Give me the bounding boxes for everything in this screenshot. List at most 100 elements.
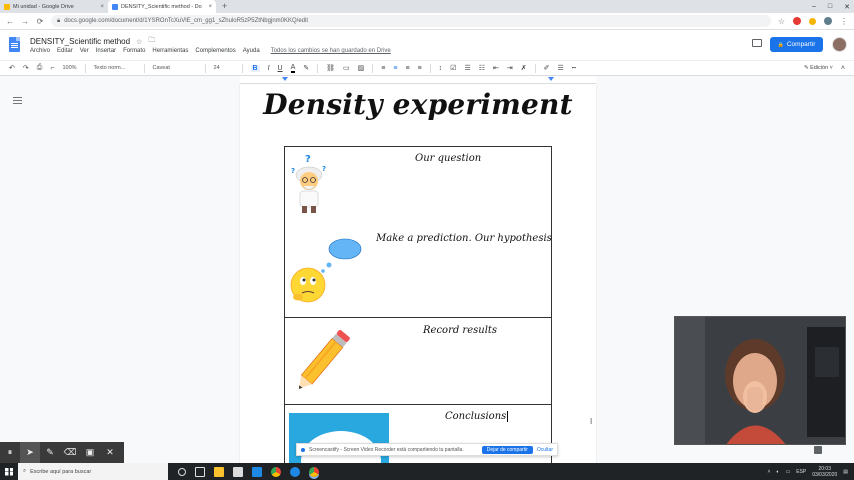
indent-increase-icon[interactable]: ⇥ — [507, 64, 513, 72]
store-icon[interactable] — [233, 466, 243, 477]
pencil-image[interactable] — [289, 323, 359, 395]
chrome-active-icon[interactable] — [309, 466, 319, 477]
edge-icon[interactable] — [290, 466, 300, 477]
table-cell-question[interactable]: Our question — [415, 153, 481, 164]
image-icon[interactable]: ▨ — [358, 64, 365, 72]
collapse-menu-icon[interactable]: ˄ — [841, 65, 845, 72]
cortana-icon[interactable] — [178, 467, 186, 476]
editing-mode-select[interactable]: ✎ Edición ˅ — [804, 65, 833, 71]
zoom-select[interactable]: 100% — [62, 65, 76, 71]
screencastify-icon[interactable] — [793, 17, 801, 25]
taskbar-search-input[interactable]: ⌕ Escribe aquí para buscar — [18, 463, 168, 480]
document-outline-icon[interactable] — [13, 97, 22, 104]
profile-icon[interactable] — [824, 17, 832, 25]
cursor-icon[interactable]: ➤ — [20, 442, 40, 463]
border-width-icon[interactable]: ☰ — [558, 64, 564, 72]
menu-insertar[interactable]: Insertar — [96, 48, 116, 54]
menu-formato[interactable]: Formato — [123, 48, 145, 54]
document-table[interactable]: Our question Make a prediction. Our hypo… — [284, 146, 552, 466]
border-dash-icon[interactable]: ┅ — [572, 64, 576, 72]
network-icon[interactable]: ▭ — [785, 469, 790, 475]
tab-close-icon[interactable]: × — [100, 4, 104, 10]
avatar[interactable] — [832, 37, 847, 52]
align-center-icon[interactable]: ≡ — [393, 65, 397, 72]
tab-google-drive[interactable]: Mi unidad - Google Drive × — [0, 0, 108, 13]
text-color-button[interactable]: A — [290, 64, 296, 73]
tab-density-doc[interactable]: DENSITY_Scientific method - Do × — [108, 0, 216, 13]
forward-button[interactable]: → — [21, 17, 29, 26]
menu-complementos[interactable]: Complementos — [195, 48, 235, 54]
speaker-icon[interactable]: 🔈︎ — [776, 469, 779, 475]
align-justify-icon[interactable]: ≡ — [418, 65, 422, 72]
document-heading[interactable]: Density experiment — [240, 88, 596, 121]
comment-add-icon[interactable]: ▭ — [343, 64, 350, 72]
docs-logo-icon[interactable] — [9, 37, 20, 52]
pause-icon[interactable]: ⏸ — [0, 442, 20, 463]
start-button[interactable] — [0, 463, 18, 480]
indent-decrease-icon[interactable]: ⇤ — [493, 64, 499, 72]
undo-icon[interactable]: ↶ — [9, 64, 15, 72]
font-size-select[interactable]: 24 — [214, 65, 234, 71]
tab-close-icon[interactable]: × — [208, 4, 212, 10]
scientist-image[interactable]: ? ? ? — [289, 153, 331, 215]
doc-title[interactable]: DENSITY_Scientific method — [30, 37, 130, 46]
eraser-icon[interactable]: ⌫ — [60, 442, 80, 463]
highlight-icon[interactable]: ✎ — [303, 64, 309, 72]
align-left-icon[interactable]: ≡ — [381, 65, 385, 72]
hide-button[interactable]: Ocultar — [537, 447, 553, 453]
stop-sharing-button[interactable]: Dejar de compartir — [481, 445, 533, 454]
chrome-icon[interactable] — [271, 466, 281, 477]
menu-herramientas[interactable]: Herramientas — [152, 48, 188, 54]
language-indicator[interactable]: ESP — [796, 469, 806, 475]
menu-ver[interactable]: Ver — [80, 48, 89, 54]
border-color-icon[interactable]: ✐ — [544, 64, 550, 72]
link-icon[interactable]: ⛓ — [326, 64, 335, 72]
share-button[interactable]: 🔒 Compartir — [770, 37, 823, 52]
tray-arrow-icon[interactable]: ˄ — [768, 469, 771, 475]
task-view-icon[interactable] — [195, 466, 205, 477]
webcam-overlay[interactable] — [674, 316, 846, 445]
italic-button[interactable]: I — [268, 65, 270, 72]
right-indent-marker[interactable] — [548, 77, 554, 81]
ruler[interactable] — [240, 76, 596, 84]
bold-button[interactable]: B — [250, 64, 260, 72]
clock[interactable]: 20:03 03/03/2020 — [812, 466, 837, 478]
table-cell-results[interactable]: Record results — [423, 325, 497, 336]
star-bookmark-icon[interactable]: ☆ — [778, 17, 785, 26]
file-explorer-icon[interactable] — [214, 466, 224, 477]
reload-button[interactable]: ⟳ — [36, 17, 44, 26]
thinking-smiley-image[interactable] — [289, 235, 363, 307]
print-icon[interactable]: ⎙ — [37, 64, 43, 72]
camera-icon[interactable]: ▣ — [80, 442, 100, 463]
left-indent-marker[interactable] — [282, 77, 288, 81]
document-page[interactable]: Density experiment Our question Make a p… — [240, 84, 596, 466]
style-select[interactable]: Texto norm... — [94, 65, 136, 71]
table-cell-conclusions[interactable]: Conclusions — [445, 411, 509, 422]
close-icon[interactable]: ✕ — [100, 442, 120, 463]
photos-icon[interactable] — [252, 466, 262, 477]
help-icon[interactable] — [814, 446, 822, 454]
conclusions-image[interactable] — [289, 413, 389, 465]
url-input[interactable]: 🔒︎ docs.google.com/document/d/1YSROnTcXu… — [51, 15, 771, 27]
bulleted-list-icon[interactable]: ☰ — [464, 64, 470, 72]
paint-format-icon[interactable]: ⌐ — [50, 65, 54, 72]
folder-icon[interactable]: 🗀 — [148, 36, 155, 47]
menu-archivo[interactable]: Archivo — [30, 48, 50, 54]
checklist-icon[interactable]: ☑ — [450, 64, 456, 72]
font-select[interactable]: Caveat — [153, 65, 197, 71]
line-spacing-icon[interactable]: ↕ — [439, 65, 443, 72]
extension-icon[interactable] — [809, 17, 816, 25]
menu-icon[interactable]: ⋮ — [840, 17, 848, 26]
numbered-list-icon[interactable]: ☷ — [479, 64, 485, 72]
redo-icon[interactable]: ↷ — [23, 64, 29, 72]
new-tab-button[interactable]: + — [216, 0, 233, 13]
save-status[interactable]: Todos los cambios se han guardado en Dri… — [271, 48, 391, 54]
star-icon[interactable]: ☆ — [136, 38, 142, 46]
pen-icon[interactable]: ✎ — [40, 442, 60, 463]
underline-button[interactable]: U — [278, 65, 283, 72]
align-right-icon[interactable]: ≡ — [405, 65, 409, 72]
clear-format-icon[interactable]: ✗ — [521, 64, 527, 72]
minimize-button[interactable]: – — [812, 3, 816, 10]
menu-editar[interactable]: Editar — [57, 48, 73, 54]
comments-icon[interactable] — [752, 39, 762, 47]
